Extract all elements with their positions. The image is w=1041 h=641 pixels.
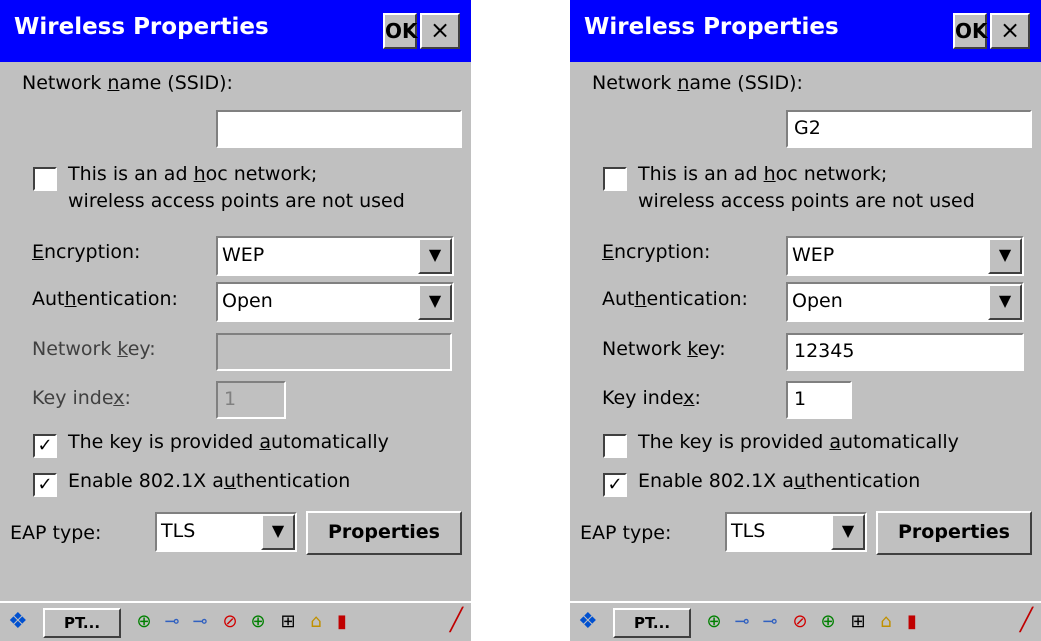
eap-type-dropdown[interactable]: TLS ▼ — [725, 512, 867, 552]
lock-icon[interactable]: ⌂ — [304, 610, 328, 634]
network-globe-icon[interactable]: ⊕ — [132, 610, 156, 634]
network-key-label: Network key: — [602, 338, 726, 360]
wireless-properties-window: Wireless Properties OK × Network name (S… — [0, 0, 471, 641]
ssid-input[interactable] — [216, 110, 462, 148]
network-connection-icon[interactable]: ⊸ — [758, 610, 782, 634]
dot1x-checkbox[interactable]: ✓ — [603, 473, 627, 497]
adhoc-label: This is an ad hoc network; — [68, 163, 318, 185]
adhoc-checkbox[interactable] — [603, 167, 627, 191]
encryption-value: WEP — [222, 244, 265, 266]
authentication-label: Authentication: — [32, 288, 178, 310]
network-connection-icon[interactable]: ⊸ — [160, 610, 184, 634]
no-wireless-icon[interactable]: ⊘ — [218, 610, 242, 634]
eap-type-value: TLS — [731, 520, 766, 542]
taskbar-task-button[interactable]: PT... — [43, 608, 121, 638]
battery-icon[interactable]: ▮ — [330, 610, 354, 634]
authentication-dropdown[interactable]: Open ▼ — [216, 282, 454, 322]
adhoc-label: This is an ad hoc network; — [638, 163, 888, 185]
ok-button[interactable]: OK — [953, 13, 988, 49]
eap-type-label: EAP type: — [10, 522, 102, 544]
encryption-label: Encryption: — [602, 241, 711, 263]
adhoc-label-line2: wireless access points are not used — [638, 190, 975, 212]
wireless-properties-window: Wireless Properties OK × Network name (S… — [570, 0, 1041, 641]
auto-key-checkbox[interactable]: ✓ — [33, 434, 57, 458]
key-index-label: Key index: — [602, 387, 701, 409]
network-key-input[interactable]: 12345 — [786, 333, 1024, 371]
authentication-value: Open — [222, 290, 273, 312]
network-key-label: Network key: — [32, 338, 156, 360]
ok-button[interactable]: OK — [383, 13, 418, 49]
device-icon[interactable]: ⊞ — [276, 610, 300, 634]
chevron-down-icon[interactable]: ▼ — [418, 238, 452, 274]
windows-start-icon[interactable]: ❖ — [578, 609, 606, 635]
ssid-label: Network name (SSID): — [22, 72, 233, 94]
lock-icon[interactable]: ⌂ — [874, 610, 898, 634]
auto-key-label: The key is provided automatically — [638, 431, 959, 453]
screen-right: Wireless Properties OK × Network name (S… — [570, 0, 1041, 641]
taskbar: ❖ PT... ⊕ ⊸ ⊸ ⊘ ⊕ ⊞ ⌂ ▮ ╱ — [570, 601, 1041, 641]
authentication-label: Authentication: — [602, 288, 748, 310]
eap-type-dropdown[interactable]: TLS ▼ — [155, 512, 297, 552]
windows-start-icon[interactable]: ❖ — [8, 609, 36, 635]
stylus-pen-icon[interactable]: ╱ — [1020, 608, 1033, 633]
taskbar-task-button[interactable]: PT... — [613, 608, 691, 638]
chevron-down-icon[interactable]: ▼ — [261, 514, 295, 550]
auto-key-checkbox[interactable] — [603, 434, 627, 458]
adhoc-label-line2: wireless access points are not used — [68, 190, 405, 212]
window-title: Wireless Properties — [14, 14, 269, 40]
stylus-pen-icon[interactable]: ╱ — [450, 608, 463, 633]
title-bar: Wireless Properties OK × — [0, 0, 471, 62]
no-wireless-icon[interactable]: ⊘ — [788, 610, 812, 634]
network-connection-icon[interactable]: ⊸ — [188, 610, 212, 634]
network-globe-icon[interactable]: ⊕ — [816, 610, 840, 634]
encryption-dropdown[interactable]: WEP ▼ — [216, 236, 454, 276]
encryption-label: Encryption: — [32, 241, 141, 263]
window-title: Wireless Properties — [584, 14, 839, 40]
adhoc-checkbox[interactable] — [33, 167, 57, 191]
properties-button[interactable]: Properties — [876, 511, 1032, 555]
taskbar: ❖ PT... ⊕ ⊸ ⊸ ⊘ ⊕ ⊞ ⌂ ▮ ╱ — [0, 601, 471, 641]
ssid-label: Network name (SSID): — [592, 72, 803, 94]
auto-key-label: The key is provided automatically — [68, 431, 389, 453]
chevron-down-icon[interactable]: ▼ — [831, 514, 865, 550]
battery-icon[interactable]: ▮ — [900, 610, 924, 634]
key-index-input[interactable]: 1 — [216, 381, 286, 419]
network-globe-icon[interactable]: ⊕ — [702, 610, 726, 634]
chevron-down-icon[interactable]: ▼ — [988, 284, 1022, 320]
key-index-input[interactable]: 1 — [786, 381, 852, 419]
close-button[interactable]: × — [990, 13, 1030, 49]
dot1x-checkbox[interactable]: ✓ — [33, 473, 57, 497]
encryption-dropdown[interactable]: WEP ▼ — [786, 236, 1024, 276]
ssid-input[interactable]: G2 — [786, 110, 1032, 148]
dot1x-label: Enable 802.1X authentication — [68, 470, 351, 492]
chevron-down-icon[interactable]: ▼ — [418, 284, 452, 320]
device-icon[interactable]: ⊞ — [846, 610, 870, 634]
network-key-input[interactable] — [216, 333, 452, 371]
network-connection-icon[interactable]: ⊸ — [730, 610, 754, 634]
eap-type-value: TLS — [161, 520, 196, 542]
network-globe-icon[interactable]: ⊕ — [246, 610, 270, 634]
eap-type-label: EAP type: — [580, 522, 672, 544]
authentication-value: Open — [792, 290, 843, 312]
screen-left: Wireless Properties OK × Network name (S… — [0, 0, 471, 641]
properties-button[interactable]: Properties — [306, 511, 462, 555]
encryption-value: WEP — [792, 244, 835, 266]
chevron-down-icon[interactable]: ▼ — [988, 238, 1022, 274]
dot1x-label: Enable 802.1X authentication — [638, 470, 921, 492]
close-button[interactable]: × — [420, 13, 460, 49]
key-index-label: Key index: — [32, 387, 131, 409]
authentication-dropdown[interactable]: Open ▼ — [786, 282, 1024, 322]
title-bar: Wireless Properties OK × — [570, 0, 1041, 62]
